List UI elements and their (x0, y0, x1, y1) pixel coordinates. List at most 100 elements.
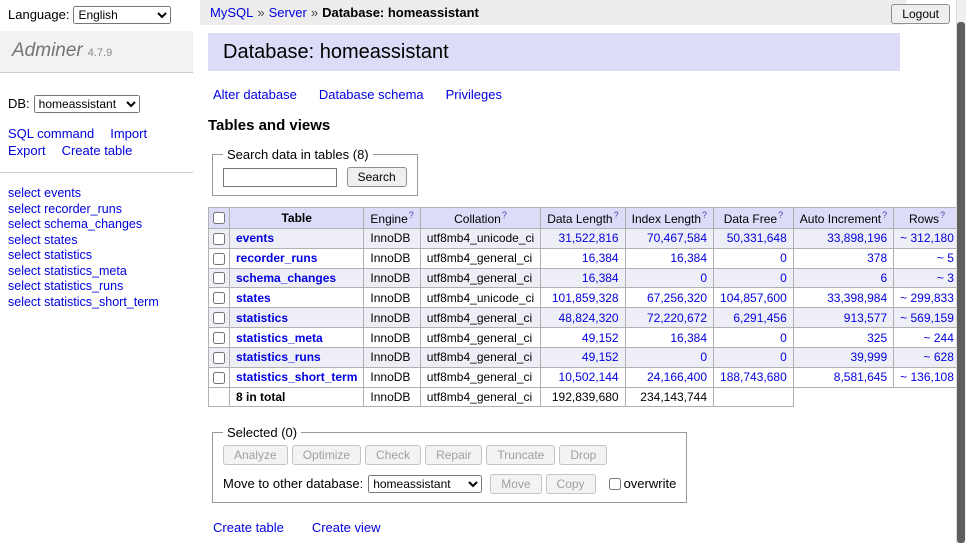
help-link[interactable]: ? (614, 210, 619, 220)
auto-increment-link[interactable]: 913,577 (844, 311, 887, 325)
db-actions-item[interactable]: Privileges (446, 87, 502, 102)
db-select[interactable]: homeassistant (34, 95, 140, 113)
create-table-link-sidebar[interactable]: Create table (62, 143, 133, 158)
data-length-link[interactable]: 10,502,144 (559, 370, 619, 384)
row-checkbox[interactable] (213, 372, 225, 384)
language-select[interactable]: English (73, 6, 171, 24)
table-link[interactable]: schema_changes (236, 271, 336, 285)
breadcrumb-server-link[interactable]: Server (269, 5, 307, 20)
import-link[interactable]: Import (110, 126, 147, 141)
index-length-link[interactable]: 0 (700, 350, 707, 364)
scrollbar-thumb[interactable] (957, 22, 965, 543)
table-link[interactable]: statistics_short_term (236, 370, 357, 384)
row-checkbox[interactable] (213, 272, 225, 284)
data-length-link[interactable]: 16,384 (582, 251, 619, 265)
sidebar-tables-item[interactable]: select statistics_runs (8, 279, 185, 295)
index-length-link[interactable]: 16,384 (670, 331, 707, 345)
data-free-link[interactable]: 50,331,648 (727, 231, 787, 245)
row-checkbox[interactable] (213, 352, 225, 364)
help-link[interactable]: ? (409, 210, 414, 220)
table-link[interactable]: statistics (236, 311, 288, 325)
repair-button[interactable]: Repair (425, 445, 482, 465)
optimize-button[interactable]: Optimize (292, 445, 361, 465)
analyze-button[interactable]: Analyze (223, 445, 288, 465)
auto-increment-link[interactable]: 33,898,196 (827, 231, 887, 245)
rows-link[interactable]: ~ 299,833 (900, 291, 954, 305)
auto-increment-link[interactable]: 378 (867, 251, 887, 265)
rows-link[interactable]: ~ 569,159 (900, 311, 954, 325)
move-button[interactable]: Move (490, 474, 541, 494)
copy-button[interactable]: Copy (546, 474, 596, 494)
auto-increment-link[interactable]: 39,999 (850, 350, 887, 364)
db-actions-item[interactable]: Database schema (319, 87, 424, 102)
sidebar-tables-item[interactable]: select events (8, 186, 185, 202)
rows-link[interactable]: ~ 312,180 (900, 231, 954, 245)
sidebar-tables-item[interactable]: select recorder_runs (8, 202, 185, 218)
check-button[interactable]: Check (365, 445, 421, 465)
help-link[interactable]: ? (882, 210, 887, 220)
index-length-link[interactable]: 24,166,400 (647, 370, 707, 384)
create-links-item[interactable]: Create table (213, 520, 284, 535)
sidebar-tables-item[interactable]: select schema_changes (8, 217, 185, 233)
data-free-link[interactable]: 6,291,456 (733, 311, 786, 325)
row-checkbox[interactable] (213, 292, 225, 304)
truncate-button[interactable]: Truncate (486, 445, 555, 465)
rows-link[interactable]: ~ 3 (937, 271, 954, 285)
drop-button[interactable]: Drop (559, 445, 607, 465)
table-link[interactable]: recorder_runs (236, 251, 317, 265)
table-link[interactable]: events (236, 231, 274, 245)
data-free-link[interactable]: 0 (780, 271, 787, 285)
index-length-link[interactable]: 16,384 (670, 251, 707, 265)
auto-increment-link[interactable]: 325 (867, 331, 887, 345)
help-link[interactable]: ? (940, 210, 945, 220)
sidebar-tables-item[interactable]: select statistics_meta (8, 264, 185, 280)
index-length-link[interactable]: 0 (700, 271, 707, 285)
overwrite-checkbox[interactable] (609, 478, 621, 490)
export-link[interactable]: Export (8, 143, 46, 158)
data-length-link[interactable]: 49,152 (582, 331, 619, 345)
data-length-link[interactable]: 16,384 (582, 271, 619, 285)
index-length-link[interactable]: 67,256,320 (647, 291, 707, 305)
auto-increment-link[interactable]: 6 (880, 271, 887, 285)
sidebar-tables-item[interactable]: select statistics (8, 248, 185, 264)
scrollbar-track[interactable] (956, 0, 966, 543)
table-link[interactable]: states (236, 291, 271, 305)
sidebar-tables-item[interactable]: select states (8, 233, 185, 249)
logout-button[interactable]: Logout (891, 4, 950, 24)
data-free-link[interactable]: 0 (780, 331, 787, 345)
table-link[interactable]: statistics_runs (236, 350, 321, 364)
rows-link[interactable]: ~ 5 (937, 251, 954, 265)
rows-link[interactable]: ~ 628 (924, 350, 954, 364)
data-length-link[interactable]: 49,152 (582, 350, 619, 364)
sidebar-tables-item[interactable]: select statistics_short_term (8, 295, 185, 311)
db-actions-item[interactable]: Alter database (213, 87, 297, 102)
rows-link[interactable]: ~ 244 (924, 331, 954, 345)
auto-increment-link[interactable]: 33,398,984 (827, 291, 887, 305)
data-length-link[interactable]: 101,859,328 (552, 291, 619, 305)
select-all-checkbox[interactable] (213, 212, 225, 224)
auto-increment-link[interactable]: 8,581,645 (834, 370, 887, 384)
index-length-link[interactable]: 70,467,584 (647, 231, 707, 245)
data-free-link[interactable]: 188,743,680 (720, 370, 787, 384)
search-button[interactable]: Search (347, 167, 407, 187)
data-free-link[interactable]: 104,857,600 (720, 291, 787, 305)
row-checkbox[interactable] (213, 332, 225, 344)
move-db-select[interactable]: homeassistant (368, 475, 482, 493)
data-length-link[interactable]: 31,522,816 (559, 231, 619, 245)
create-links-item[interactable]: Create view (312, 520, 381, 535)
data-free-link[interactable]: 0 (780, 350, 787, 364)
index-length-link[interactable]: 72,220,672 (647, 311, 707, 325)
app-name[interactable]: Adminer (12, 40, 83, 61)
help-link[interactable]: ? (778, 210, 783, 220)
data-length-link[interactable]: 48,824,320 (559, 311, 619, 325)
help-link[interactable]: ? (502, 210, 507, 220)
row-checkbox[interactable] (213, 233, 225, 245)
table-link[interactable]: statistics_meta (236, 331, 323, 345)
help-link[interactable]: ? (702, 210, 707, 220)
row-checkbox[interactable] (213, 312, 225, 324)
data-free-link[interactable]: 0 (780, 251, 787, 265)
rows-link[interactable]: ~ 136,108 (900, 370, 954, 384)
row-checkbox[interactable] (213, 253, 225, 265)
breadcrumb-system-link[interactable]: MySQL (210, 5, 253, 20)
search-input[interactable] (223, 168, 337, 187)
